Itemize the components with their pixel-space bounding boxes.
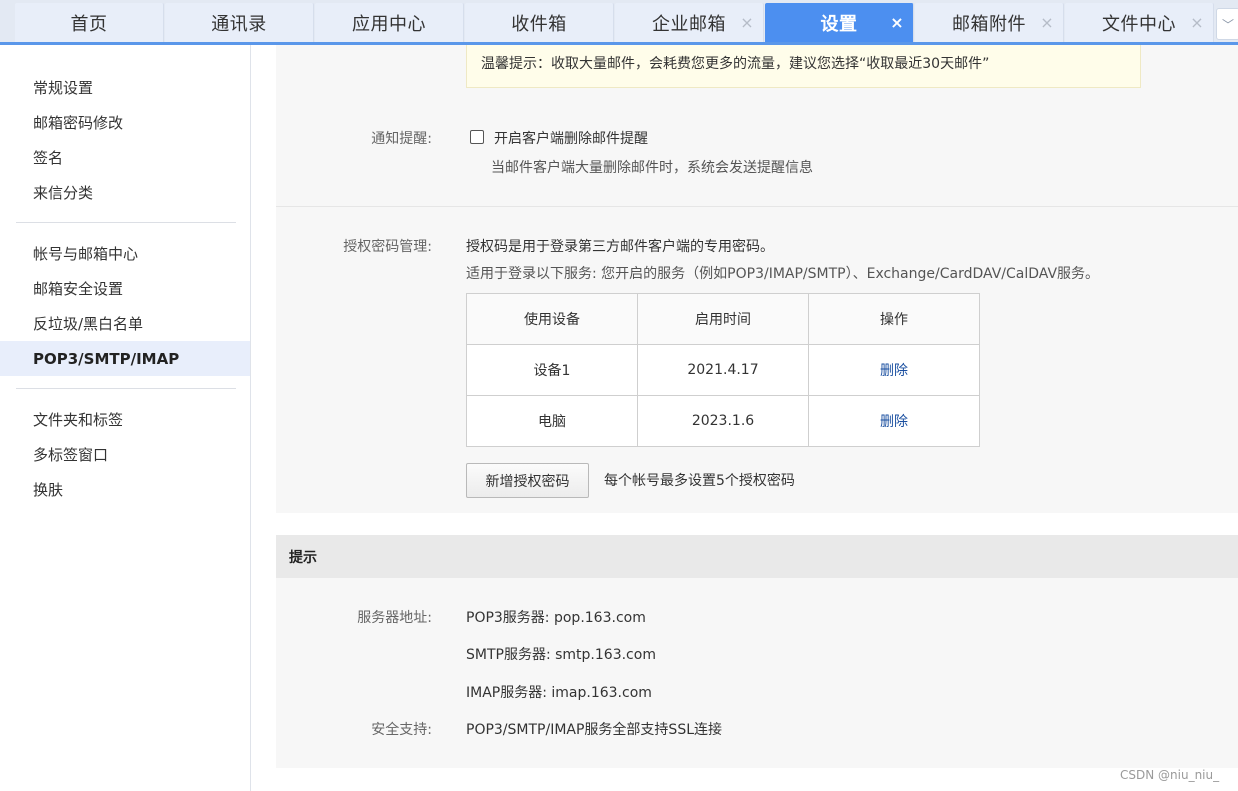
table-row: 设备1 2021.4.17 删除 (466, 344, 980, 396)
delete-reminder-hint: 当邮件客户端大量删除邮件时，系统会发送提醒信息 (491, 160, 813, 176)
cell-date: 2021.4.17 (637, 344, 809, 396)
sidebar-item-folders-tags[interactable]: 文件夹和标签 (0, 402, 250, 437)
tab-bar: 首页 通讯录 应用中心 收件箱 企业邮箱 × 设置 × 邮箱附件 × 文件中心 … (0, 0, 1238, 44)
sidebar-item-mail-rules[interactable]: 来信分类 (0, 175, 250, 210)
tab-contacts[interactable]: 通讯录 (165, 3, 314, 42)
notify-label: 通知提醒: (371, 131, 432, 147)
tab-app-center[interactable]: 应用中心 (315, 3, 464, 42)
tab-label: 企业邮箱 (652, 13, 726, 35)
delete-reminder-checkbox[interactable] (470, 130, 484, 144)
cell-date: 2023.1.6 (637, 395, 809, 447)
tab-label: 邮箱附件 (952, 13, 1026, 35)
sidebar-item-multi-tab[interactable]: 多标签窗口 (0, 437, 250, 472)
column-header-action: 操作 (808, 293, 980, 345)
auth-code-description: 授权码是用于登录第三方邮件客户端的专用密码。 (466, 239, 774, 255)
auth-code-table: 使用设备 启用时间 操作 设备1 2021.4.17 删除 电脑 2023.1.… (466, 293, 980, 447)
tab-label: 首页 (70, 13, 108, 35)
tab-label: 通讯录 (211, 13, 267, 35)
sidebar-item-general-settings[interactable]: 常规设置 (0, 70, 250, 105)
sidebar-item-security-settings[interactable]: 邮箱安全设置 (0, 271, 250, 306)
sidebar-divider (16, 388, 236, 389)
tab-label: 收件箱 (511, 13, 567, 35)
smtp-server: SMTP服务器: smtp.163.com (466, 647, 656, 663)
tab-label: 设置 (820, 13, 858, 35)
server-address-label: 服务器地址: (357, 610, 432, 626)
settings-sidebar: 常规设置 邮箱密码修改 签名 来信分类 帐号与邮箱中心 邮箱安全设置 反垃圾/黑… (0, 45, 251, 791)
security-support-value: POP3/SMTP/IMAP服务全部支持SSL连接 (466, 722, 723, 738)
tab-label: 文件中心 (1102, 13, 1176, 35)
column-header-enabled-time: 启用时间 (637, 293, 809, 345)
column-header-device: 使用设备 (466, 293, 638, 345)
sidebar-item-signature[interactable]: 签名 (0, 140, 250, 175)
table-header-row: 使用设备 启用时间 操作 (466, 293, 980, 345)
delete-link[interactable]: 删除 (808, 344, 980, 396)
close-icon[interactable]: × (889, 13, 905, 32)
delete-reminder-label[interactable]: 开启客户端删除邮件提醒 (494, 128, 648, 148)
pop3-server: POP3服务器: pop.163.com (466, 610, 646, 626)
table-row: 电脑 2023.1.6 删除 (466, 395, 980, 447)
auth-code-services: 适用于登录以下服务: 您开启的服务（例如POP3/IMAP/SMTP）、Exch… (466, 266, 1100, 282)
sidebar-item-skin[interactable]: 换肤 (0, 472, 250, 507)
close-icon[interactable]: × (1039, 13, 1055, 32)
traffic-notice: 温馨提示：收取大量邮件，会耗费您更多的流量，建议您选择“收取最近30天邮件” (466, 45, 1141, 88)
cell-device: 设备1 (466, 344, 638, 396)
sidebar-item-pop3-smtp-imap[interactable]: POP3/SMTP/IMAP (0, 341, 250, 376)
auth-code-limit-note: 每个帐号最多设置5个授权密码 (604, 473, 795, 489)
tab-mail-attachments[interactable]: 邮箱附件 × (915, 3, 1064, 42)
close-icon[interactable]: × (1189, 13, 1205, 32)
section-divider (276, 206, 1238, 207)
tab-enterprise-mail[interactable]: 企业邮箱 × (615, 3, 764, 42)
sidebar-item-password-change[interactable]: 邮箱密码修改 (0, 105, 250, 140)
sidebar-item-antispam[interactable]: 反垃圾/黑白名单 (0, 306, 250, 341)
delete-link[interactable]: 删除 (808, 395, 980, 447)
auth-code-label: 授权密码管理: (343, 239, 432, 255)
imap-server: IMAP服务器: imap.163.com (466, 685, 652, 701)
close-icon[interactable]: × (739, 13, 755, 32)
security-support-label: 安全支持: (371, 722, 432, 738)
tab-home[interactable]: 首页 (15, 3, 164, 42)
sidebar-item-account-center[interactable]: 帐号与邮箱中心 (0, 236, 250, 271)
tab-label: 应用中心 (352, 13, 426, 35)
cell-device: 电脑 (466, 395, 638, 447)
chevron-down-icon[interactable]: ﹀ (1216, 8, 1238, 40)
sidebar-divider (16, 222, 236, 223)
tab-settings[interactable]: 设置 × (765, 3, 914, 42)
watermark: CSDN @niu_niu_ (1120, 768, 1220, 782)
tab-file-center[interactable]: 文件中心 × (1065, 3, 1214, 42)
tab-inbox[interactable]: 收件箱 (465, 3, 614, 42)
add-auth-code-button[interactable]: 新增授权密码 (466, 463, 589, 498)
tips-title: 提示 (276, 535, 1238, 578)
